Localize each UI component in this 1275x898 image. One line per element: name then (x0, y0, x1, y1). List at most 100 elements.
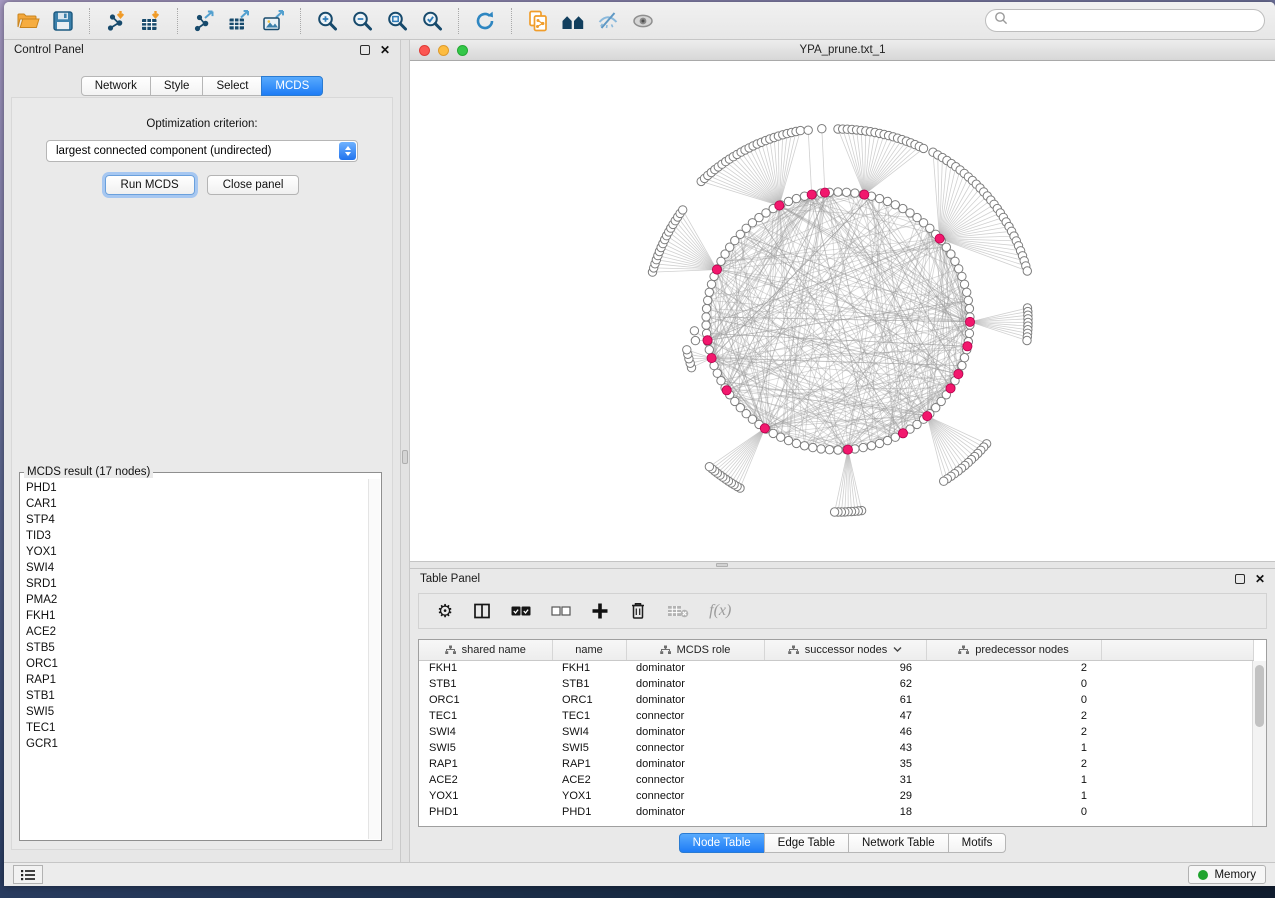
table-row[interactable]: FKH1FKH1dominator962 (419, 660, 1254, 676)
minimize-window-icon[interactable] (438, 45, 449, 56)
graph-node[interactable] (704, 296, 712, 304)
add-column-icon[interactable] (591, 602, 609, 620)
graph-node[interactable] (965, 329, 973, 337)
float-panel-icon[interactable] (1235, 574, 1245, 584)
mcds-node[interactable] (898, 429, 907, 438)
graph-node[interactable] (702, 313, 710, 321)
tab-node-table[interactable]: Node Table (679, 833, 765, 853)
graph-node[interactable] (800, 442, 808, 450)
first-neighbors-icon[interactable] (559, 7, 587, 35)
mcds-node[interactable] (775, 201, 784, 210)
export-table-icon[interactable] (225, 7, 253, 35)
table-row[interactable]: SWI5SWI5connector431 (419, 740, 1254, 756)
graph-node[interactable] (940, 477, 948, 485)
horizontal-splitter[interactable] (410, 561, 1275, 569)
graph-node[interactable] (705, 346, 713, 354)
table-row[interactable]: ORC1ORC1dominator610 (419, 692, 1254, 708)
table-row[interactable]: TEC1TEC1connector472 (419, 708, 1254, 724)
mcds-node[interactable] (703, 336, 712, 345)
graph-node[interactable] (960, 354, 968, 362)
table-row[interactable]: ACE2ACE2connector311 (419, 772, 1254, 788)
import-network-icon[interactable] (102, 7, 130, 35)
graph-node[interactable] (830, 508, 838, 516)
optimization-criterion-select[interactable]: largest connected component (undirected) (46, 140, 358, 162)
graph-node[interactable] (842, 188, 850, 196)
graph-node[interactable] (965, 304, 973, 312)
deselect-all-icon[interactable] (551, 605, 571, 617)
mcds-node[interactable] (965, 317, 974, 326)
graph-node[interactable] (1023, 267, 1031, 275)
close-window-icon[interactable] (419, 45, 430, 56)
graph-node[interactable] (679, 206, 687, 214)
mcds-node[interactable] (860, 190, 869, 199)
mcds-result-scrollbar[interactable] (368, 479, 380, 839)
new-network-from-selection-icon[interactable] (524, 7, 552, 35)
graph-node[interactable] (1023, 336, 1031, 344)
column-header-name[interactable]: name (552, 640, 626, 660)
show-columns-icon[interactable] (473, 602, 491, 620)
network-canvas[interactable] (410, 61, 1275, 561)
tab-network[interactable]: Network (81, 76, 151, 96)
tab-style[interactable]: Style (150, 76, 204, 96)
table-row[interactable]: RAP1RAP1dominator352 (419, 756, 1254, 772)
graph-node[interactable] (792, 439, 800, 447)
table-row[interactable]: STB1STB1dominator620 (419, 676, 1254, 692)
graph-node[interactable] (702, 321, 710, 329)
tab-select[interactable]: Select (202, 76, 262, 96)
graph-node[interactable] (960, 280, 968, 288)
graph-node[interactable] (707, 280, 715, 288)
graph-node[interactable] (796, 126, 804, 134)
import-table-icon[interactable] (137, 7, 165, 35)
mcds-node[interactable] (707, 354, 716, 363)
scrollbar-thumb[interactable] (1255, 665, 1264, 727)
table-settings-icon[interactable]: ⚙ (437, 602, 453, 620)
zoom-in-icon[interactable] (313, 7, 341, 35)
graph-node[interactable] (883, 436, 891, 444)
tab-edge-table[interactable]: Edge Table (764, 833, 849, 853)
float-panel-icon[interactable] (360, 45, 370, 55)
open-file-icon[interactable] (14, 7, 42, 35)
graph-node[interactable] (859, 443, 867, 451)
zoom-out-icon[interactable] (348, 7, 376, 35)
vertical-splitter[interactable] (400, 40, 410, 862)
graph-node[interactable] (834, 188, 842, 196)
memory-button[interactable]: Memory (1188, 865, 1266, 884)
graph-node[interactable] (875, 439, 883, 447)
mcds-node[interactable] (712, 265, 721, 274)
table-row[interactable]: YOX1YOX1connector291 (419, 788, 1254, 804)
graph-node[interactable] (691, 336, 699, 344)
graph-node[interactable] (851, 189, 859, 197)
table-row[interactable]: PHD1PHD1dominator180 (419, 804, 1254, 820)
splitter-handle[interactable] (716, 563, 728, 567)
mcds-node[interactable] (843, 445, 852, 454)
tab-network-table[interactable]: Network Table (848, 833, 949, 853)
graph-node[interactable] (825, 446, 833, 454)
task-history-button[interactable] (13, 865, 43, 884)
mcds-node[interactable] (923, 412, 932, 421)
mcds-node[interactable] (760, 424, 769, 433)
graph-node[interactable] (919, 144, 927, 152)
graph-node[interactable] (705, 463, 713, 471)
graph-node[interactable] (875, 194, 883, 202)
graph-node[interactable] (963, 288, 971, 296)
graph-node[interactable] (867, 442, 875, 450)
graph-node[interactable] (705, 288, 713, 296)
graph-node[interactable] (834, 446, 842, 454)
mcds-node[interactable] (954, 370, 963, 379)
graph-node[interactable] (964, 296, 972, 304)
apply-layout-icon[interactable] (471, 7, 499, 35)
table-scrollbar[interactable] (1252, 661, 1266, 826)
graph-node[interactable] (784, 436, 792, 444)
column-header-shared-name[interactable]: shared name (419, 640, 552, 660)
graph-node[interactable] (792, 194, 800, 202)
hide-selected-icon[interactable] (594, 7, 622, 35)
zoom-fit-icon[interactable] (383, 7, 411, 35)
mcds-node[interactable] (820, 188, 829, 197)
delete-column-icon[interactable] (629, 601, 647, 621)
table-row[interactable]: SWI4SWI4dominator462 (419, 724, 1254, 740)
run-mcds-button[interactable]: Run MCDS (105, 175, 195, 195)
column-header-MCDS-role[interactable]: MCDS role (626, 640, 764, 660)
search-input[interactable] (1013, 14, 1256, 28)
maximize-window-icon[interactable] (457, 45, 468, 56)
mcds-node[interactable] (963, 342, 972, 351)
